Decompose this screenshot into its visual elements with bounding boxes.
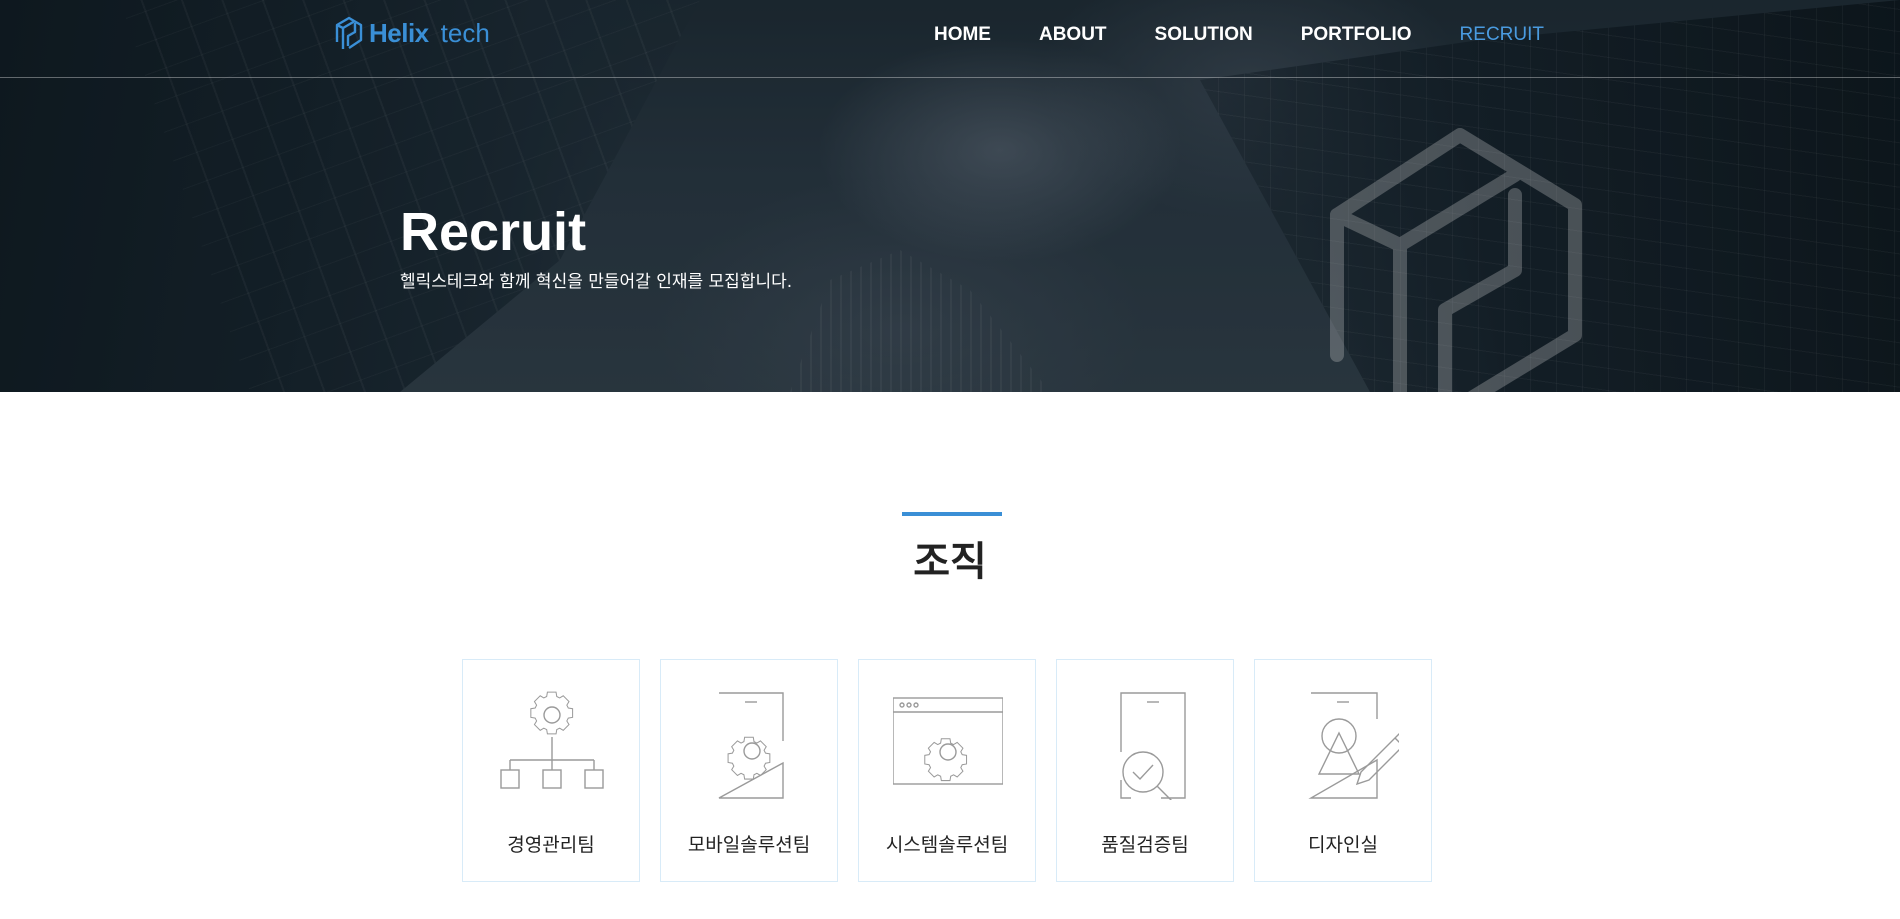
nav-solution[interactable]: SOLUTION: [1155, 22, 1253, 48]
team-card-label: 모바일솔루션팀: [687, 834, 811, 856]
mobile-gear-icon: [718, 692, 784, 799]
section-title: 조직: [913, 539, 987, 585]
page-subtitle: 헬릭스테크와 함께 혁신을 만들어갈 인재를 모집합니다.: [400, 272, 793, 292]
main-nav: HOME ABOUT SOLUTION PORTFOLIO RECRUIT: [886, 22, 1544, 48]
site-header: Helix tech HOME ABOUT SOLUTION PORTFOLIO …: [0, 0, 1900, 78]
design-pencil-icon: [1308, 692, 1399, 799]
nav-portfolio[interactable]: PORTFOLIO: [1301, 22, 1412, 48]
page-title: Recruit: [400, 202, 587, 262]
document-magnifier-check-icon: [1120, 692, 1186, 800]
team-card[interactable]: 모바일솔루션팀: [660, 659, 838, 882]
nav-recruit[interactable]: RECRUIT: [1460, 22, 1544, 48]
team-card[interactable]: 시스템솔루션팀: [858, 659, 1036, 882]
team-card[interactable]: 디자인실: [1254, 659, 1432, 882]
logo-text-light: tech: [440, 17, 490, 48]
browser-gear-icon: [893, 697, 1003, 785]
section-title-bar: [902, 512, 1002, 516]
team-card-label: 경영관리팀: [507, 834, 595, 856]
helix-watermark-icon: [1330, 128, 1582, 392]
helix-logo-icon: [335, 16, 363, 49]
team-card-label: 디자인실: [1308, 834, 1378, 856]
team-card[interactable]: 품질검증팀: [1056, 659, 1234, 882]
logo-text-bold: Helix: [369, 17, 429, 48]
team-card-list: 경영관리팀 모바일솔루션팀 시스템솔루션팀 품질검증팀 디자인실: [462, 659, 1432, 882]
team-card-label: 품질검증팀: [1101, 834, 1189, 856]
team-card[interactable]: 경영관리팀: [462, 659, 640, 882]
nav-about[interactable]: ABOUT: [1039, 22, 1107, 48]
org-chart-gear-icon: [500, 691, 604, 789]
team-card-label: 시스템솔루션팀: [885, 834, 1009, 856]
nav-home[interactable]: HOME: [934, 22, 991, 48]
logo[interactable]: Helix tech: [335, 15, 490, 51]
